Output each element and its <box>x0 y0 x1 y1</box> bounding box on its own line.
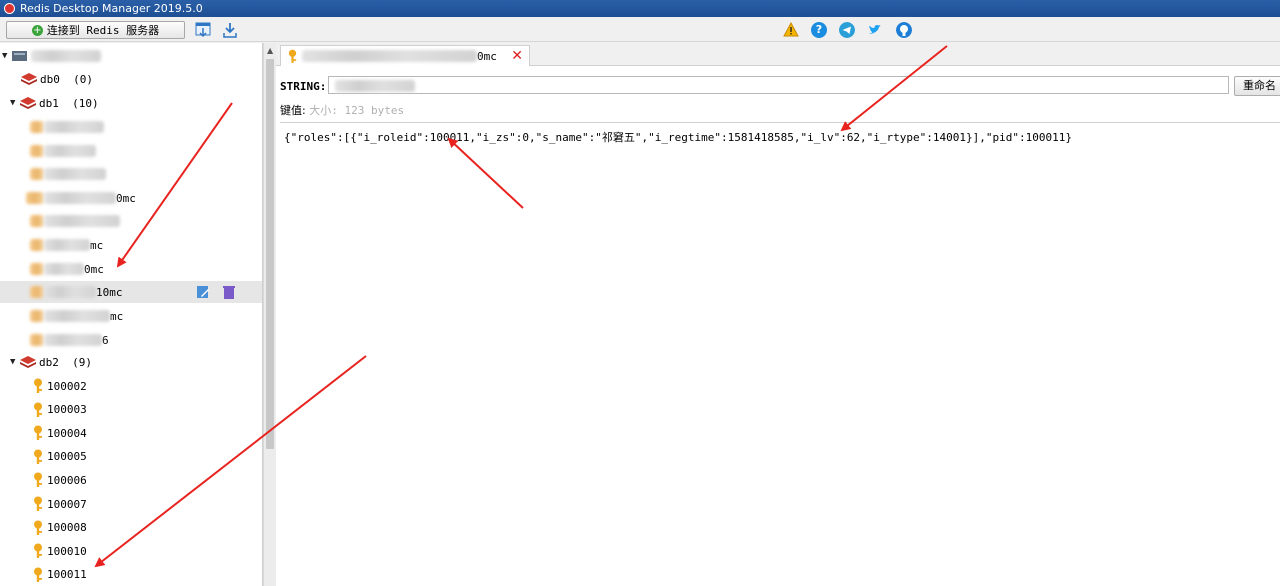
db-name: db1 <box>39 96 59 110</box>
db-count: (0) <box>73 72 93 86</box>
plus-icon: + <box>31 24 43 36</box>
database-icon <box>20 356 36 368</box>
key-item[interactable]: 0mc <box>30 258 104 280</box>
twitter-icon[interactable] <box>867 22 883 38</box>
collapse-arrow-icon[interactable]: ▼ <box>2 51 11 61</box>
value-size-row: 键值: 大小: 123 bytes <box>280 102 404 118</box>
key-icon <box>34 378 42 393</box>
db-row-db0[interactable]: db0 (0) <box>20 68 93 90</box>
key-name: 100006 <box>47 473 87 487</box>
window-titlebar: Redis Desktop Manager 2019.5.0 <box>0 0 1280 17</box>
key-type-label: STRING: <box>280 80 327 93</box>
key-item-selected[interactable]: 10mc <box>0 281 262 303</box>
key-item[interactable]: 100010 <box>32 540 87 562</box>
key-name: 100011 <box>47 568 87 582</box>
key-item[interactable]: mc <box>30 234 103 256</box>
import-icon[interactable] <box>194 21 212 39</box>
key-name-field[interactable] <box>328 76 1229 94</box>
key-item[interactable]: mc <box>30 305 123 327</box>
key-icon <box>34 449 42 464</box>
db-row-db2[interactable]: ▼ db2 (9) <box>10 351 92 373</box>
export-icon[interactable] <box>221 21 239 39</box>
key-icon <box>34 543 42 559</box>
key-item[interactable]: 100004 <box>32 422 87 444</box>
main-toolbar: + 连接到 Redis 服务器 <box>0 17 1280 42</box>
window-title: Redis Desktop Manager 2019.5.0 <box>20 2 203 15</box>
key-item[interactable]: 0mc <box>26 187 136 209</box>
close-tab-icon[interactable]: ✕ <box>511 48 523 64</box>
server-name-redacted <box>31 50 101 62</box>
server-row[interactable]: ▼ <box>2 45 101 67</box>
key-item[interactable]: 100005 <box>32 446 87 468</box>
edit-icon[interactable] <box>195 284 211 300</box>
key-icon <box>34 472 42 488</box>
key-name: 100004 <box>47 426 87 440</box>
value-text[interactable]: {"roles":[{"i_roleid":100011,"i_zs":0,"s… <box>284 129 1072 145</box>
tree-scrollbar[interactable]: ▲ <box>263 43 276 586</box>
connection-tree-panel: ▼ db0 (0) ▼ db1 (10) 0mc mc 0mc 10mc mc … <box>0 43 263 586</box>
db-name: db2 <box>39 355 59 369</box>
delete-icon[interactable] <box>221 284 237 300</box>
key-name: 100007 <box>47 497 87 511</box>
connect-server-button[interactable]: + 连接到 Redis 服务器 <box>6 21 185 39</box>
app-logo-icon <box>4 3 15 14</box>
db-row-db1[interactable]: ▼ db1 (10) <box>10 92 99 114</box>
db-count: (10) <box>72 96 99 110</box>
tab-bar: 0mc ✕ <box>276 43 1280 66</box>
key-name: 100002 <box>47 379 87 393</box>
key-icon <box>34 520 42 535</box>
key-item[interactable] <box>30 163 106 185</box>
key-icon <box>34 402 42 417</box>
value-size: 大小: 123 bytes <box>309 104 405 117</box>
collapse-arrow-icon[interactable]: ▼ <box>10 357 19 367</box>
key-name: 100008 <box>47 521 87 535</box>
value-editor[interactable]: {"roles":[{"i_roleid":100011,"i_zs":0,"s… <box>280 122 1280 586</box>
key-item[interactable] <box>30 210 120 232</box>
help-icon[interactable]: ? <box>811 22 827 38</box>
key-name: 100003 <box>47 403 87 417</box>
key-item[interactable]: 100011 <box>32 564 87 586</box>
scroll-up-icon[interactable]: ▲ <box>267 46 273 55</box>
tab-key[interactable]: 0mc ✕ <box>280 45 530 66</box>
db-name: db0 <box>40 72 60 86</box>
warning-icon[interactable] <box>783 22 799 38</box>
database-icon <box>21 73 37 85</box>
scrollbar-thumb[interactable] <box>266 59 274 449</box>
key-item[interactable]: 100007 <box>32 493 87 515</box>
rename-button[interactable]: 重命名 <box>1234 76 1280 96</box>
key-icon <box>34 567 42 582</box>
key-item[interactable]: 100002 <box>32 375 87 397</box>
key-item[interactable] <box>30 116 104 138</box>
key-editor-panel: 0mc ✕ STRING: 重命名 键值: 大小: 123 bytes {"ro… <box>276 43 1280 586</box>
server-icon <box>12 51 27 61</box>
connect-server-label: 连接到 Redis 服务器 <box>46 24 160 37</box>
key-item[interactable]: 100006 <box>32 469 87 491</box>
key-icon <box>34 496 42 511</box>
key-item[interactable]: 6 <box>30 329 109 351</box>
key-item[interactable] <box>30 140 96 162</box>
key-icon <box>34 425 42 441</box>
db-count: (9) <box>72 355 92 369</box>
value-label: 键值: <box>280 104 306 117</box>
key-name: 100005 <box>47 450 87 464</box>
key-icon <box>288 49 297 63</box>
key-item[interactable]: 100008 <box>32 517 87 539</box>
key-name: 100010 <box>47 544 87 558</box>
collapse-arrow-icon[interactable]: ▼ <box>10 98 19 108</box>
github-icon[interactable] <box>896 22 912 38</box>
telegram-icon[interactable] <box>839 22 855 38</box>
key-item[interactable]: 100003 <box>32 399 87 421</box>
database-icon <box>20 97 36 109</box>
